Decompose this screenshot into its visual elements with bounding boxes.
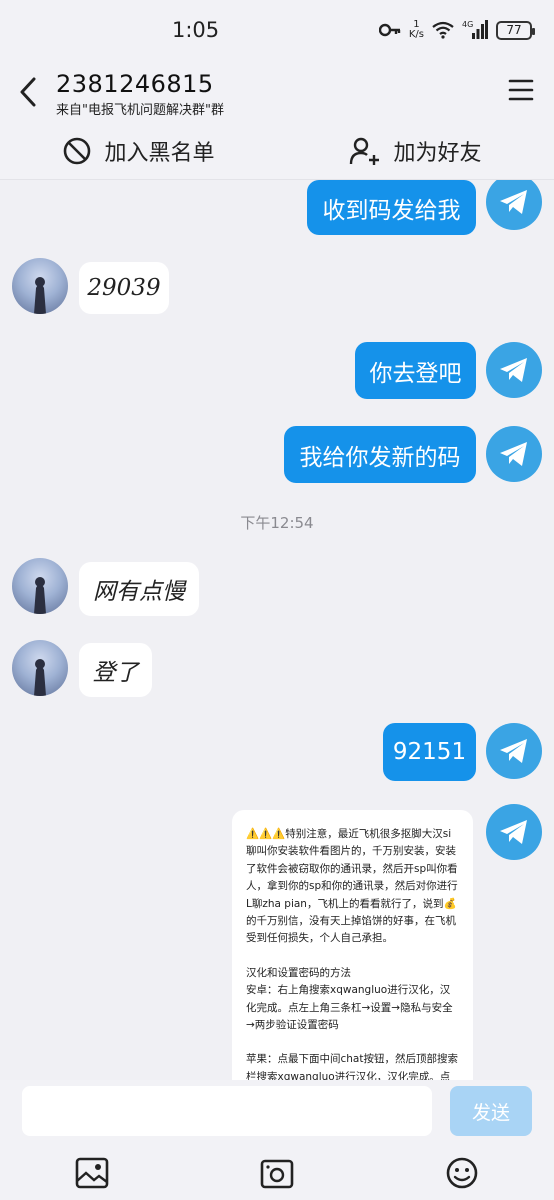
signal-icon: 4G bbox=[462, 20, 488, 39]
action-bar: 加入黑名单 加为好友 bbox=[0, 122, 554, 180]
emoji-icon bbox=[446, 1157, 478, 1189]
status-bar: 1:05 1 K/s 4G 77 bbox=[0, 0, 554, 62]
chat-subtitle: 来自"电报飞机问题解决群"群 bbox=[56, 103, 224, 118]
self-avatar[interactable] bbox=[486, 723, 542, 779]
message-input[interactable] bbox=[22, 1086, 432, 1136]
avatar-photo bbox=[34, 277, 46, 314]
outgoing-message[interactable]: 你去登吧 bbox=[355, 342, 476, 399]
menu-button[interactable] bbox=[508, 78, 534, 102]
self-avatar[interactable] bbox=[486, 342, 542, 398]
emoji-button[interactable] bbox=[443, 1154, 481, 1192]
camera-icon bbox=[260, 1159, 294, 1189]
net-speed: 1 K/s bbox=[408, 19, 424, 40]
notice-paragraph: 汉化和设置密码的方法 安卓：右上角搜索xqwangluo进行汉化，汉化完成。点左… bbox=[246, 966, 453, 1032]
status-time: 1:05 bbox=[172, 18, 220, 42]
add-friend-label: 加为好友 bbox=[393, 140, 482, 166]
incoming-message[interactable]: 网有点慢 bbox=[79, 562, 199, 616]
add-to-blacklist-button[interactable]: 加入黑名单 bbox=[0, 122, 277, 179]
user-avatar[interactable] bbox=[12, 558, 68, 614]
bottom-toolbar bbox=[0, 1146, 554, 1200]
camera-button[interactable] bbox=[258, 1154, 296, 1192]
self-avatar[interactable] bbox=[486, 804, 542, 860]
user-avatar[interactable] bbox=[12, 640, 68, 696]
composer: 发送 bbox=[0, 1080, 554, 1146]
add-friend-button[interactable]: 加为好友 bbox=[277, 122, 554, 179]
notice-paragraph: ⚠️⚠️⚠️特别注意，最近飞机很多抠脚大汉si聊叫你安装软件看图片的，千万别安装… bbox=[246, 828, 458, 945]
telegram-plane-icon bbox=[500, 190, 527, 214]
block-icon bbox=[64, 137, 91, 164]
time-separator: 下午12:54 bbox=[240, 514, 314, 532]
battery-indicator: 77 bbox=[496, 20, 535, 40]
avatar-photo bbox=[34, 577, 46, 614]
incoming-message[interactable]: 登了 bbox=[79, 643, 152, 697]
telegram-plane-icon bbox=[500, 442, 527, 466]
avatar-photo bbox=[34, 659, 46, 696]
wifi-icon bbox=[432, 21, 454, 39]
send-button[interactable]: 发送 bbox=[450, 1086, 532, 1136]
blacklist-label: 加入黑名单 bbox=[104, 140, 215, 166]
back-button[interactable] bbox=[10, 72, 46, 112]
outgoing-message[interactable]: 收到码发给我 bbox=[307, 180, 476, 235]
chat-title: 2381246815 bbox=[56, 70, 214, 98]
hamburger-menu-icon bbox=[508, 79, 534, 101]
user-avatar[interactable] bbox=[12, 258, 68, 314]
telegram-plane-icon bbox=[500, 739, 527, 763]
network-type: 4G bbox=[462, 20, 473, 29]
chat-header: 2381246815 来自"电报飞机问题解决群"群 bbox=[0, 62, 554, 122]
self-avatar[interactable] bbox=[486, 426, 542, 482]
self-avatar[interactable] bbox=[486, 180, 542, 230]
outgoing-message[interactable]: 92151 bbox=[383, 723, 476, 781]
add-user-icon bbox=[350, 137, 380, 165]
incoming-message[interactable]: 29039 bbox=[79, 262, 169, 314]
chat-message-list[interactable]: 收到码发给我 29039 你去登吧 我给你发新的码 下午12:54 网有点慢 登… bbox=[0, 180, 554, 1080]
image-button[interactable] bbox=[73, 1154, 111, 1192]
key-icon bbox=[378, 23, 401, 37]
telegram-plane-icon bbox=[500, 820, 527, 844]
telegram-plane-icon bbox=[500, 358, 527, 382]
status-icons: 1 K/s 4G 77 bbox=[378, 19, 535, 40]
notice-paragraph: 苹果：点最下面中间chat按钮，然后顶部搜索栏搜索xqwangluo进行汉化，汉… bbox=[246, 1053, 458, 1080]
image-icon bbox=[75, 1157, 109, 1189]
notice-message-card[interactable]: ⚠️⚠️⚠️特别注意，最近飞机很多抠脚大汉si聊叫你安装软件看图片的，千万别安装… bbox=[232, 810, 473, 1080]
outgoing-message[interactable]: 我给你发新的码 bbox=[284, 426, 476, 483]
chevron-left-icon bbox=[20, 77, 36, 107]
